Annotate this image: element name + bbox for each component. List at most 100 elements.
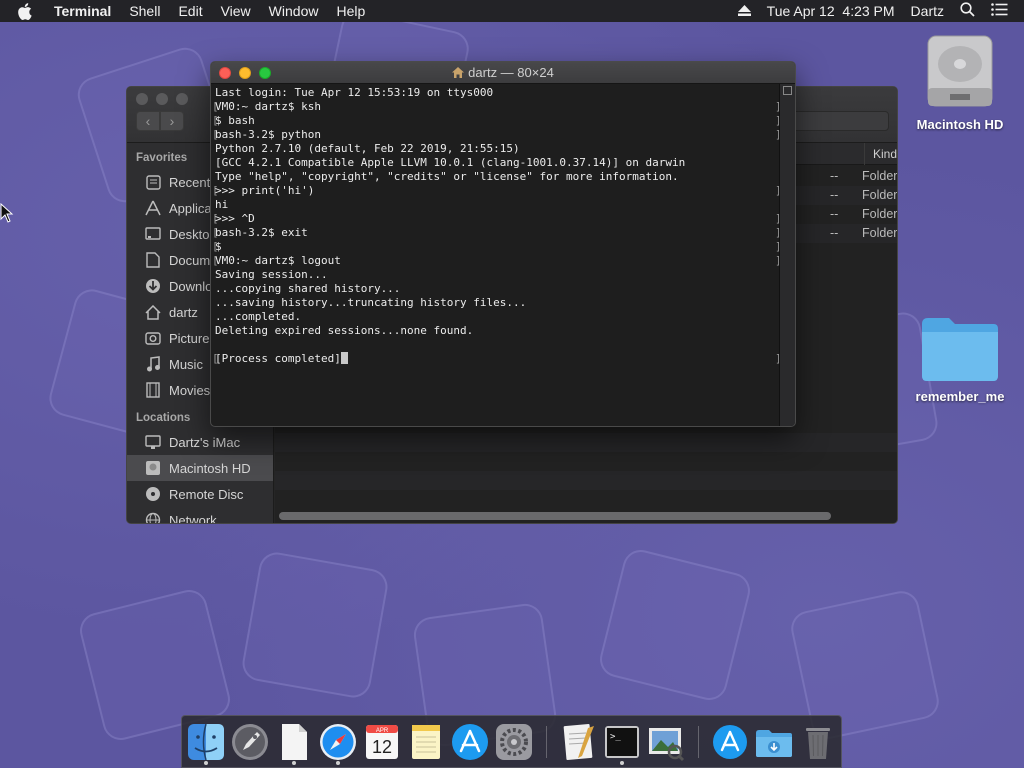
menu-user[interactable]: Dartz xyxy=(911,3,944,19)
wallpaper-pattern xyxy=(596,546,754,704)
sidebar-item-label: Pictures xyxy=(169,330,216,346)
row-kind: Folder xyxy=(862,207,898,221)
back-button[interactable]: ‹ xyxy=(136,111,160,131)
app-store-icon[interactable] xyxy=(450,722,490,762)
scroll-split-button[interactable] xyxy=(783,86,792,95)
running-indicator xyxy=(292,761,296,765)
menu-shell[interactable]: Shell xyxy=(120,0,169,22)
sidebar-item-label: Remote Disc xyxy=(169,486,244,502)
menu-app-name[interactable]: Terminal xyxy=(45,0,120,22)
finder-icon[interactable] xyxy=(186,722,226,762)
disc-icon xyxy=(145,486,161,502)
home-icon xyxy=(452,63,465,85)
notes-icon[interactable] xyxy=(406,722,446,762)
system-preferences-icon[interactable] xyxy=(494,722,534,762)
desktop-icon-label: remember_me xyxy=(915,389,1005,404)
menu-edit[interactable]: Edit xyxy=(169,0,211,22)
menu-help[interactable]: Help xyxy=(327,0,374,22)
spotlight-search-icon[interactable] xyxy=(960,2,975,20)
documents-icon xyxy=(145,252,161,268)
terminal-titlebar[interactable]: dartz — 80×24 xyxy=(211,62,795,84)
terminal-line: [>>> print('hi')] xyxy=(212,184,782,198)
menu-datetime[interactable]: Tue Apr 12 4:23 PM xyxy=(767,3,895,19)
terminal-window[interactable]: dartz — 80×24 Last login: Tue Apr 12 15:… xyxy=(210,61,796,427)
terminal-line: [>>> ^D] xyxy=(212,212,782,226)
running-indicator xyxy=(336,761,340,765)
row-kind: Folder xyxy=(862,226,898,240)
preview-icon[interactable] xyxy=(646,722,686,762)
terminal-title-text: dartz — 80×24 xyxy=(468,65,554,80)
sidebar-item-macintosh-hd[interactable]: Macintosh HD xyxy=(127,455,273,481)
minimize-button[interactable] xyxy=(156,93,168,105)
terminal-line: [$] xyxy=(212,240,782,254)
apple-icon[interactable] xyxy=(17,2,39,20)
terminal-title: dartz — 80×24 xyxy=(211,62,795,85)
wallpaper-pattern xyxy=(239,549,391,701)
applications-icon xyxy=(145,200,161,216)
sidebar-item-label: Macintosh HD xyxy=(169,460,251,476)
terminal-line: ...copying shared history... xyxy=(215,282,401,295)
horizontal-scrollbar[interactable] xyxy=(279,512,831,520)
notification-center-icon[interactable] xyxy=(991,3,1008,19)
terminal-line: [GCC 4.2.1 Compatible Apple LLVM 10.0.1 … xyxy=(215,156,686,169)
row-size: -- xyxy=(830,169,839,183)
row-kind: Folder xyxy=(862,169,898,183)
running-indicator xyxy=(620,761,624,765)
launchpad-icon[interactable] xyxy=(230,722,270,762)
minimize-button[interactable] xyxy=(239,67,251,79)
trash-icon[interactable] xyxy=(798,722,838,762)
dock-separator xyxy=(546,726,547,758)
row-size: -- xyxy=(830,226,839,240)
close-button[interactable] xyxy=(136,93,148,105)
row-size: -- xyxy=(830,188,839,202)
movies-icon xyxy=(145,382,161,398)
calendar-icon[interactable]: APR 12 xyxy=(362,722,402,762)
desktop-icon-remember-me[interactable]: remember_me xyxy=(908,314,1012,404)
applications-folder-icon[interactable] xyxy=(710,722,750,762)
sidebar-item-network[interactable]: Network xyxy=(127,507,273,523)
pictures-icon xyxy=(145,330,161,346)
mark-left: [ xyxy=(212,100,219,113)
close-button[interactable] xyxy=(219,67,231,79)
terminal-line: hi xyxy=(215,198,229,211)
desktop-icon-macintosh-hd[interactable]: Macintosh HD xyxy=(908,32,1012,132)
terminal-icon[interactable]: >_ xyxy=(602,722,642,762)
sidebar-item-label: dartz xyxy=(169,304,198,320)
menu-bar: Terminal Shell Edit View Window Help Tue… xyxy=(0,0,1024,22)
terminal-line: [bash-3.2$ exit] xyxy=(212,226,782,240)
terminal-line: ...completed. xyxy=(215,310,302,323)
row-size: -- xyxy=(830,207,839,221)
empty-row xyxy=(275,471,897,490)
zoom-button[interactable] xyxy=(259,67,271,79)
finder-nav-buttons: ‹ › xyxy=(136,111,184,131)
mark-left: [ xyxy=(212,184,219,197)
eject-icon[interactable] xyxy=(737,3,751,19)
network-icon xyxy=(145,512,161,523)
text-cursor xyxy=(340,352,348,364)
menu-view[interactable]: View xyxy=(212,0,260,22)
textedit-icon[interactable] xyxy=(558,722,598,762)
terminal-line: Type "help", "copyright", "credits" or "… xyxy=(215,170,679,183)
sidebar-item-remote-disc[interactable]: Remote Disc xyxy=(127,481,273,507)
sidebar-item-imac[interactable]: Dartz's iMac xyxy=(127,429,273,455)
finder-window-controls xyxy=(136,93,196,105)
disk-icon xyxy=(145,460,161,476)
home-icon xyxy=(145,304,161,320)
vertical-scrollbar[interactable] xyxy=(779,84,795,426)
terminal-line: [VM0:~ dartz$ ksh] xyxy=(212,100,782,114)
textedit-document-icon[interactable] xyxy=(274,722,314,762)
mark-left: [ xyxy=(212,212,219,225)
safari-icon[interactable] xyxy=(318,722,358,762)
mark-left: [ xyxy=(212,226,219,239)
terminal-line: Deleting expired sessions...none found. xyxy=(215,324,474,337)
desktop-icon xyxy=(145,226,161,242)
mark-left: [ xyxy=(212,128,219,141)
forward-button[interactable]: › xyxy=(160,111,184,131)
column-header-kind[interactable]: Kind xyxy=(864,143,897,165)
zoom-button[interactable] xyxy=(176,93,188,105)
downloads-folder-icon[interactable] xyxy=(754,722,794,762)
terminal-output[interactable]: Last login: Tue Apr 12 15:53:19 on ttys0… xyxy=(211,84,782,426)
terminal-line: [$ bash] xyxy=(212,114,782,128)
menu-window[interactable]: Window xyxy=(260,0,328,22)
